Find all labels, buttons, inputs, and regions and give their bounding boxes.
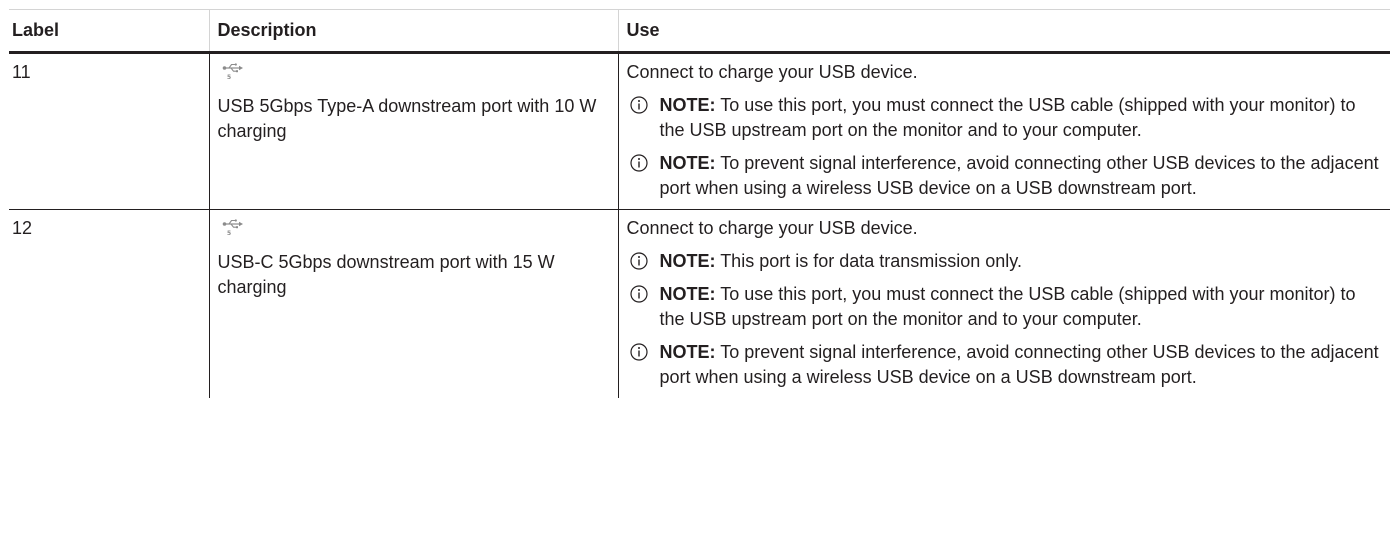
table-header-row: Label Description Use — [9, 9, 1390, 54]
note-text: To use this port, you must connect the U… — [659, 95, 1356, 140]
note: NOTE: To use this port, you must connect… — [627, 93, 1383, 143]
ports-table: Label Description Use 11 5 USB 5Gbps Typ… — [9, 9, 1390, 398]
info-icon — [629, 96, 648, 114]
info-icon — [629, 285, 648, 303]
note-label: NOTE: — [659, 284, 716, 304]
note-label: NOTE: — [659, 342, 716, 362]
note-text: To prevent signal interference, avoid co… — [659, 153, 1379, 198]
note-text: To prevent signal interference, avoid co… — [659, 342, 1379, 387]
svg-text:5: 5 — [227, 74, 231, 80]
row-description-cell: 5 USB-C 5Gbps downstream port with 15 W … — [208, 209, 618, 398]
usb-5gbps-icon: 5 — [222, 63, 243, 80]
usb-5gbps-icon: 5 — [222, 219, 243, 236]
note-label: NOTE: — [659, 153, 716, 173]
note: NOTE: To use this port, you must connect… — [627, 282, 1383, 332]
row-use-cell: Connect to charge your USB device. NOTE:… — [617, 209, 1390, 398]
row-description: USB-C 5Gbps downstream port with 15 W ch… — [217, 252, 555, 297]
note-text: To use this port, you must connect the U… — [659, 284, 1356, 329]
header-description: Description — [208, 9, 618, 54]
row-description: USB 5Gbps Type-A downstream port with 10… — [217, 96, 597, 141]
header-use: Use — [617, 9, 1390, 54]
note-label: NOTE: — [659, 251, 716, 271]
row-use-cell: Connect to charge your USB device. NOTE:… — [617, 52, 1390, 210]
info-icon — [629, 343, 648, 361]
info-icon — [629, 252, 648, 270]
svg-text:5: 5 — [227, 230, 231, 236]
row-description-cell: 5 USB 5Gbps Type-A downstream port with … — [208, 52, 618, 210]
use-text: Connect to charge your USB device. — [626, 62, 918, 82]
row-label: 12 — [12, 218, 33, 238]
table-row: 11 5 USB 5Gbps Type-A downstream port wi… — [9, 52, 1390, 210]
note: NOTE: This port is for data transmission… — [627, 249, 1383, 274]
note-label: NOTE: — [659, 95, 716, 115]
row-label: 11 — [9, 52, 209, 210]
info-icon — [629, 154, 648, 172]
note: NOTE: To prevent signal interference, av… — [627, 340, 1383, 390]
header-label: Label — [9, 9, 209, 54]
note-text: This port is for data transmission only. — [720, 251, 1022, 271]
use-text: Connect to charge your USB device. — [626, 218, 918, 238]
note: NOTE: To prevent signal interference, av… — [627, 151, 1383, 201]
table-row: 12 5 USB-C 5Gbps downstream port with 15… — [9, 209, 1390, 398]
